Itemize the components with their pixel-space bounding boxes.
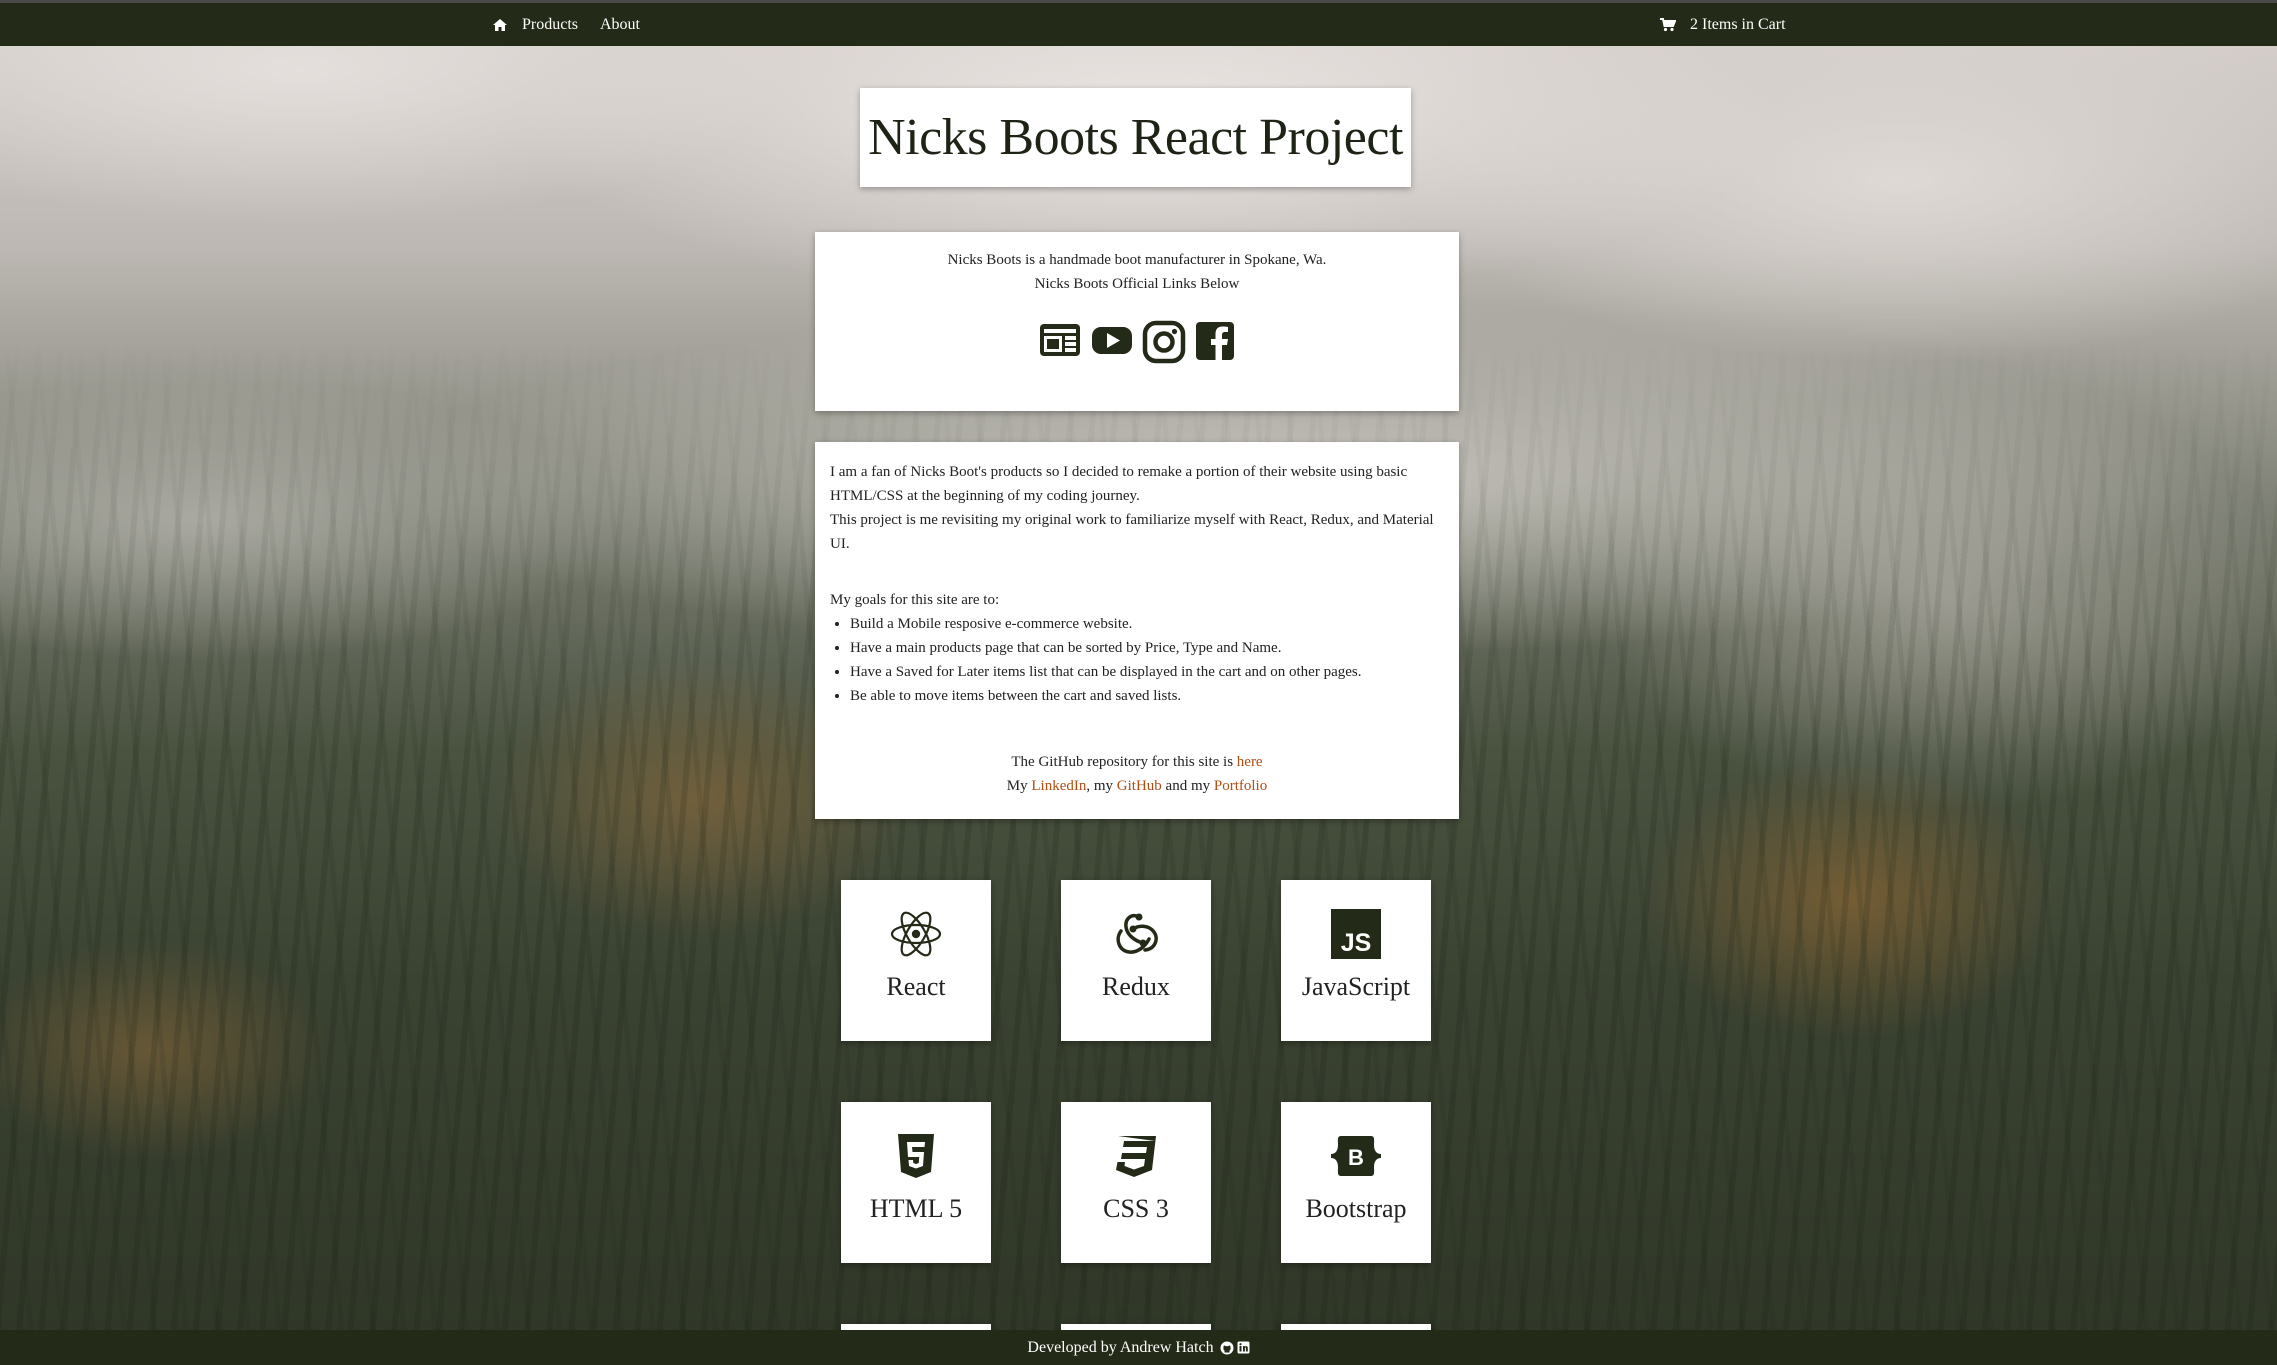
intro-card: Nicks Boots is a handmade boot manufactu… [815,232,1459,411]
nav-about-link[interactable]: About [600,16,640,34]
svg-text:B: B [1348,1145,1364,1170]
and-my-text: and my [1161,778,1214,794]
list-item: Have a Saved for Later items list that c… [850,660,1444,684]
linkedin-icon[interactable] [1237,1341,1250,1354]
tech-card-bootstrap[interactable]: B Bootstrap [1281,1102,1431,1263]
linkedin-link[interactable]: LinkedIn [1031,778,1086,794]
comma-my-text: , my [1086,778,1117,794]
tech-card-javascript[interactable]: JS JavaScript [1281,880,1431,1041]
tech-card-react[interactable]: React [841,880,991,1041]
javascript-icon: JS [1331,908,1381,960]
my-prefix-text: My [1006,778,1032,794]
tech-label: React [886,972,946,1001]
tech-card-css3[interactable]: CSS 3 [1061,1102,1211,1263]
bootstrap-icon: B [1329,1130,1383,1182]
website-icon[interactable] [1038,320,1082,364]
css3-icon [1112,1130,1160,1182]
goals-list: Build a Mobile resposive e-commerce webs… [830,612,1444,708]
page-title: Nicks Boots React Project [868,109,1403,166]
facebook-icon[interactable] [1194,320,1236,364]
footer-credit: Developed by Andrew Hatch [1027,1338,1214,1356]
footer: Developed by Andrew Hatch [0,1330,2277,1365]
github-icon[interactable] [1220,1341,1234,1355]
about-paragraph-1: I am a fan of Nicks Boot's products so I… [830,464,1408,504]
goals-heading: My goals for this site are to: [830,592,1000,608]
home-icon[interactable] [492,18,508,32]
list-item: Build a Mobile resposive e-commerce webs… [850,612,1444,636]
nav-products-link[interactable]: Products [522,16,578,34]
nav-left: Products About [492,3,662,46]
cart-count-label: 2 Items in Cart [1690,15,1786,33]
github-link[interactable]: GitHub [1117,778,1162,794]
html5-icon [896,1130,936,1182]
tech-label: Redux [1102,972,1170,1001]
tech-card-redux[interactable]: Redux [1061,880,1211,1041]
shopping-cart-icon [1660,17,1676,32]
tech-label: Bootstrap [1305,1194,1407,1223]
tech-card-html5[interactable]: HTML 5 [841,1102,991,1263]
tech-label: CSS 3 [1103,1194,1169,1223]
instagram-icon[interactable] [1142,320,1186,364]
about-paragraph-2: This project is me revisiting my origina… [830,512,1434,552]
svg-text:JS: JS [1341,929,1372,957]
react-icon [889,908,943,960]
about-card: I am a fan of Nicks Boot's products so I… [815,442,1459,819]
intro-line-1: Nicks Boots is a handmade boot manufactu… [947,252,1327,268]
repo-text: The GitHub repository for this site is [1011,754,1237,770]
list-item: Have a main products page that can be so… [850,636,1444,660]
redux-icon [1109,908,1163,960]
about-links: The GitHub repository for this site is h… [830,750,1444,798]
list-item: Be able to move items between the cart a… [850,684,1444,708]
cart-link[interactable]: 2 Items in Cart [1660,3,1786,46]
tech-label: HTML 5 [869,1194,963,1223]
social-links [815,320,1459,364]
repo-link[interactable]: here [1237,754,1263,770]
tech-label: JavaScript [1301,972,1411,1001]
youtube-icon[interactable] [1090,320,1134,364]
top-navbar: Products About 2 Items in Cart [0,3,2277,46]
intro-line-2: Nicks Boots Official Links Below [1034,276,1240,292]
portfolio-link[interactable]: Portfolio [1214,778,1267,794]
page-title-box: Nicks Boots React Project [860,88,1411,187]
